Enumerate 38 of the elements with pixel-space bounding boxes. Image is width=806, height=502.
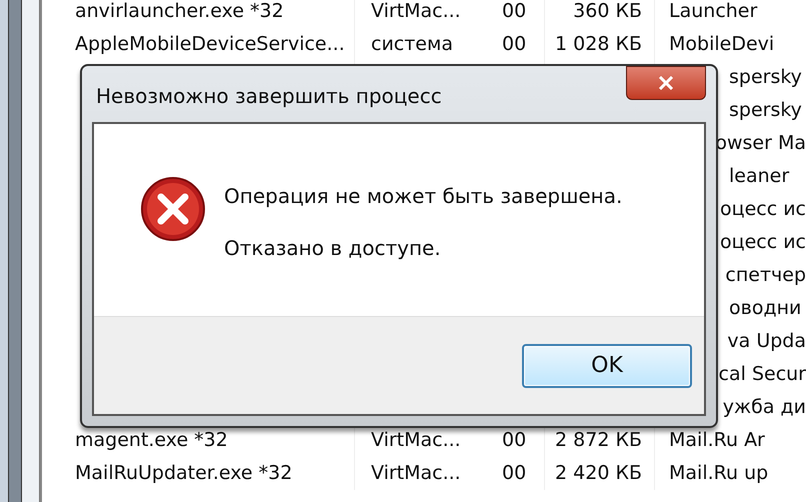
description-text: MobileDevi: [669, 32, 774, 58]
description-text: cal Secur: [718, 362, 806, 388]
description-text: Launcher: [669, 0, 758, 24]
description-text: leaner: [729, 164, 790, 190]
close-icon: [658, 76, 674, 90]
description-text: spersky: [729, 98, 802, 124]
cpu-value: 00: [502, 461, 526, 486]
close-button[interactable]: [626, 66, 706, 100]
process-name: anvirlauncher.exe *32: [75, 0, 284, 22]
dialog-title: Невозможно завершить процесс: [95, 83, 442, 110]
cpu-value: 00: [502, 32, 526, 58]
ok-button[interactable]: OK: [522, 344, 692, 388]
cpu-value: 00: [502, 0, 526, 24]
description-text: owser Ma: [715, 131, 806, 156]
user-name: система: [371, 32, 453, 58]
memory-value: 360 КБ: [573, 0, 642, 24]
user-name: VirtMac...: [371, 461, 461, 486]
description-text: spersky: [729, 65, 802, 90]
error-message: Операция не может быть завершена.: [224, 183, 622, 210]
description-text: Mail.Ru Ar: [669, 428, 765, 454]
cpu-value: 00: [502, 428, 526, 454]
process-name: MailRuUpdater.exe *32: [75, 462, 292, 484]
description-text: оцесс ис: [720, 230, 806, 256]
error-message: Отказано в доступе.: [224, 235, 442, 262]
memory-value: 2 872 КБ: [555, 428, 642, 454]
user-name: VirtMac...: [371, 428, 461, 454]
memory-value: 1 028 КБ: [555, 32, 642, 58]
description-text: va Upda: [727, 329, 806, 354]
error-icon: [140, 176, 206, 242]
memory-value: 2 420 КБ: [555, 461, 642, 486]
user-name: VirtMac...: [371, 0, 461, 24]
description-text: Mail.Ru up: [669, 461, 768, 486]
process-name: magent.exe *32: [75, 429, 228, 452]
description-text: оводни: [729, 296, 802, 322]
description-text: спетчер: [725, 263, 806, 288]
description-text: ужба ди: [722, 395, 806, 420]
process-name: AppleMobileDeviceService...: [75, 33, 345, 56]
description-text: оцесс ис: [720, 197, 806, 222]
